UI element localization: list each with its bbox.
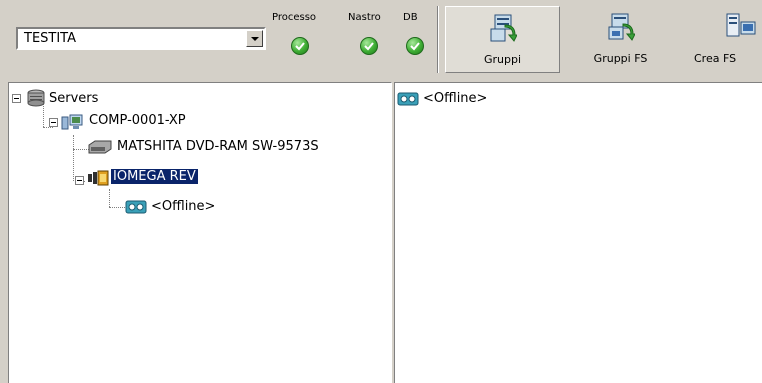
chevron-down-icon[interactable] (246, 30, 263, 47)
collapse-icon[interactable] (75, 176, 84, 185)
tree-pane[interactable]: Servers COMP-0001-XP MATSHITA DVD-RAM SW… (8, 82, 392, 383)
computer-icon (61, 114, 83, 130)
tree-node-iomega-rev[interactable]: IOMEGA REV (9, 167, 389, 187)
dvd-drive-icon (88, 140, 112, 154)
media-icon (397, 92, 419, 106)
tree-label-selected: IOMEGA REV (110, 168, 199, 185)
tree-label: <Offline> (151, 199, 216, 214)
toolbar-separator (437, 6, 439, 73)
server-select[interactable]: TESTITA (16, 27, 266, 50)
create-fs-icon (726, 13, 756, 37)
status-label-nastro: Nastro (348, 12, 381, 23)
collapse-icon[interactable] (12, 94, 21, 103)
tree-node-computer[interactable]: COMP-0001-XP (9, 111, 389, 131)
groups-label: Gruppi (483, 53, 522, 66)
server-select-value: TESTITA (24, 31, 77, 46)
create-fs-button[interactable]: Crea FS (680, 6, 762, 73)
check-icon (360, 37, 378, 55)
media-icon (125, 200, 147, 214)
content-pane[interactable]: <Offline> (394, 82, 762, 383)
tree-label: COMP-0001-XP (89, 113, 186, 128)
tree-label: MATSHITA DVD-RAM SW-9573S (117, 139, 319, 154)
collapse-icon[interactable] (49, 118, 58, 127)
tree-node-servers[interactable]: Servers (9, 89, 389, 109)
status-label-db: DB (403, 12, 418, 23)
groups-button[interactable]: Gruppi (445, 6, 560, 73)
servers-icon (27, 89, 45, 107)
fs-groups-button[interactable]: Gruppi FS (563, 6, 678, 73)
fs-groups-icon (608, 13, 635, 41)
list-item[interactable]: <Offline> (397, 89, 597, 109)
tree-node-dvd-drive[interactable]: MATSHITA DVD-RAM SW-9573S (9, 137, 389, 157)
check-icon (406, 37, 424, 55)
tree-label: Servers (49, 91, 99, 106)
check-icon (291, 37, 309, 55)
create-fs-label: Crea FS (694, 52, 737, 65)
tape-drive-icon (88, 170, 109, 186)
list-item-label: <Offline> (423, 91, 488, 106)
toolbar: TESTITA Processo Nastro DB Gruppi Gruppi… (0, 0, 762, 80)
tree-node-offline[interactable]: <Offline> (9, 197, 389, 217)
status-label-processo: Processo (272, 12, 317, 23)
fs-groups-label: Gruppi FS (593, 52, 648, 65)
groups-icon (490, 14, 517, 42)
